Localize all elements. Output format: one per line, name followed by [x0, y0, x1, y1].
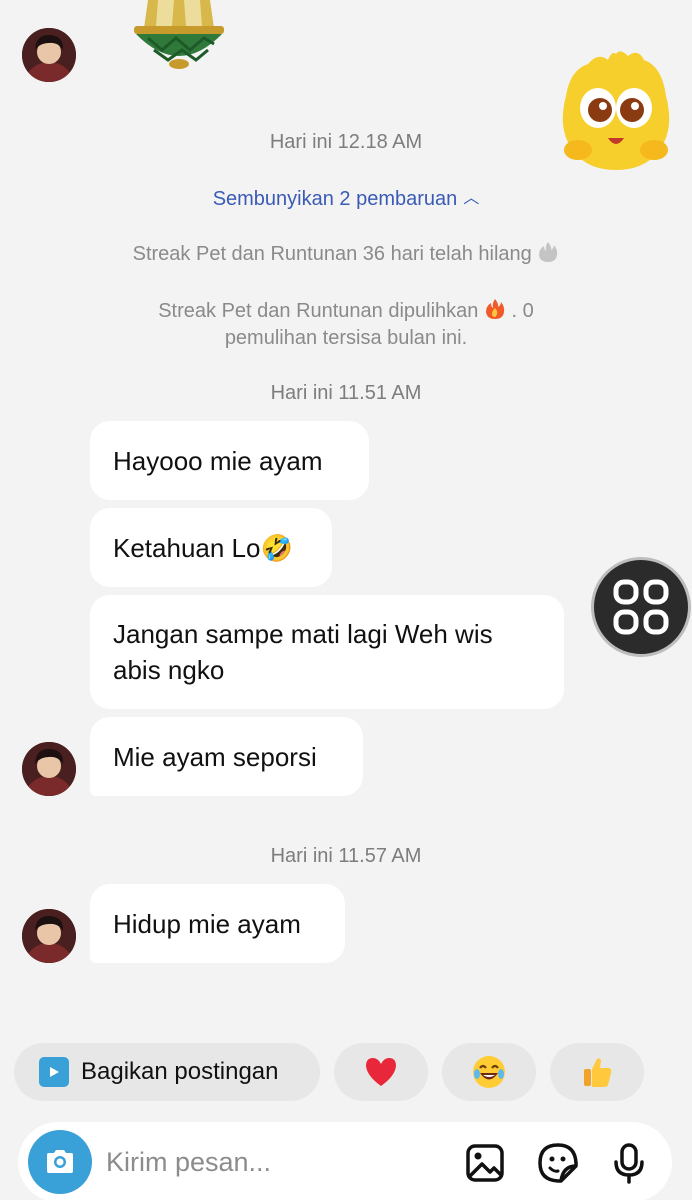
system-message: Streak Pet dan Runtunan dipulihkan . 0 p…	[0, 298, 692, 352]
sticker-icon[interactable]	[537, 1142, 579, 1184]
hide-updates-label: Sembunyikan 2 pembaruan	[212, 188, 458, 210]
hide-updates-link[interactable]: Sembunyikan 2 pembaruan ︿	[0, 185, 692, 213]
grid-apps-icon	[613, 579, 669, 635]
message-bubble[interactable]: Hayooo mie ayam	[90, 421, 369, 500]
grey-fire-icon	[539, 242, 558, 262]
laugh-reaction-chip[interactable]	[442, 1043, 536, 1101]
contact-avatar[interactable]	[22, 909, 76, 963]
message-text: Jangan sampe mati lagi Weh wis	[113, 619, 493, 649]
fire-icon	[486, 299, 505, 319]
system-message: Streak Pet dan Runtunan 36 hari telah hi…	[0, 241, 692, 268]
message-bubble[interactable]: Mie ayam seporsi	[90, 717, 363, 796]
message-text: Mie ayam seporsi	[113, 742, 317, 772]
camera-icon	[47, 1150, 73, 1173]
timestamp: Hari ini 11.57 AM	[270, 845, 422, 867]
system-message-text: Streak Pet dan Runtunan 36 hari telah hi…	[132, 243, 532, 265]
system-message-text: . 0	[506, 300, 534, 322]
image-gallery-icon[interactable]	[464, 1142, 506, 1184]
timestamp: Hari ini 11.51 AM	[270, 382, 422, 404]
timestamp: Hari ini 12.18 AM	[269, 131, 423, 153]
message-bubble[interactable]: Ketahuan Lo🤣	[90, 508, 332, 587]
laughing-face-icon	[473, 1056, 505, 1088]
floating-apps-button[interactable]	[591, 557, 691, 657]
message-text: Ketahuan Lo🤣	[113, 533, 293, 563]
message-input[interactable]	[106, 1142, 436, 1182]
contact-avatar[interactable]	[22, 28, 76, 82]
contact-avatar[interactable]	[22, 742, 76, 796]
system-message-text: pemulihan tersisa bulan ini.	[224, 327, 468, 349]
lantern-sticker	[134, 0, 224, 69]
chat-screen: Hari ini 12.18 AM Sembunyikan 2 pembarua…	[0, 0, 692, 1200]
thumbs-up-reaction-chip[interactable]	[550, 1043, 644, 1101]
message-text: abis ngko	[113, 655, 225, 685]
message-composer	[18, 1122, 672, 1200]
play-square-icon	[39, 1057, 69, 1087]
message-bubble[interactable]: Jangan sampe mati lagi Weh wis abis ngko	[90, 595, 564, 709]
yellow-creature-sticker	[562, 51, 670, 170]
thumbs-up-icon	[584, 1058, 612, 1087]
system-message-text: Streak Pet dan Runtunan dipulihkan	[158, 300, 479, 322]
heart-icon	[366, 1058, 396, 1086]
message-bubble[interactable]: Hidup mie ayam	[90, 884, 345, 963]
share-post-label: Bagikan postingan	[81, 1058, 279, 1085]
chevron-up-icon: ︿	[463, 190, 480, 207]
share-post-chip[interactable]: Bagikan postingan	[14, 1043, 320, 1101]
heart-reaction-chip[interactable]	[334, 1043, 428, 1101]
message-text: Hidup mie ayam	[113, 909, 301, 939]
message-text: Hayooo mie ayam	[113, 446, 323, 476]
camera-button[interactable]	[28, 1130, 92, 1194]
microphone-icon[interactable]	[608, 1142, 650, 1184]
